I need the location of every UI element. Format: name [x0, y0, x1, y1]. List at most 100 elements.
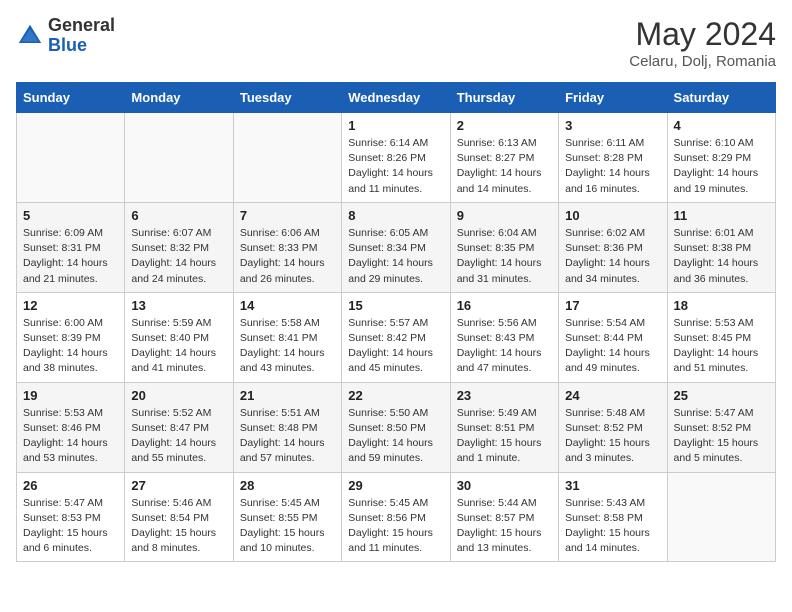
day-number: 8 — [348, 208, 443, 223]
month-title: May 2024 — [629, 16, 776, 53]
day-number: 21 — [240, 388, 335, 403]
day-number: 4 — [674, 118, 769, 133]
calendar-cell: 19Sunrise: 5:53 AMSunset: 8:46 PMDayligh… — [17, 382, 125, 472]
cell-info: Sunrise: 5:58 AMSunset: 8:41 PMDaylight:… — [240, 316, 335, 377]
cell-info: Sunrise: 5:50 AMSunset: 8:50 PMDaylight:… — [348, 406, 443, 467]
weekday-header-monday: Monday — [125, 83, 233, 113]
calendar-cell: 29 Sunrise: 5:45 AMSunset: 8:56 PMDayligh… — [342, 472, 450, 562]
cell-info: Sunrise: 5:53 AMSunset: 8:46 PMDaylight:… — [23, 406, 118, 467]
day-number: 28 — [240, 478, 335, 493]
calendar-cell: 13 Sunrise: 5:59 AMSunset: 8:40 PMDayligh… — [125, 292, 233, 382]
calendar-cell: 1Sunrise: 6:14 AMSunset: 8:26 PMDaylight… — [342, 113, 450, 203]
day-number: 5 — [23, 208, 118, 223]
calendar-cell: 17Sunrise: 5:54 AMSunset: 8:44 PMDayligh… — [559, 292, 667, 382]
calendar-cell: 3Sunrise: 6:11 AMSunset: 8:28 PMDaylight… — [559, 113, 667, 203]
cell-info: Sunrise: 6:10 AMSunset: 8:29 PMDaylight:… — [674, 136, 769, 197]
calendar-cell: 20 Sunrise: 5:52 AMSunset: 8:47 PMDayligh… — [125, 382, 233, 472]
calendar-table: SundayMondayTuesdayWednesdayThursdayFrid… — [16, 82, 776, 562]
weekday-header-wednesday: Wednesday — [342, 83, 450, 113]
day-number: 14 — [240, 298, 335, 313]
cell-info: Sunrise: 5:46 AMSunset: 8:54 PMDaylight:… — [131, 496, 226, 557]
cell-info: Sunrise: 6:14 AMSunset: 8:26 PMDaylight:… — [348, 136, 443, 197]
cell-info: Sunrise: 6:13 AMSunset: 8:27 PMDaylight:… — [457, 136, 552, 197]
day-number: 31 — [565, 478, 660, 493]
cell-info: Sunrise: 5:59 AMSunset: 8:40 PMDaylight:… — [131, 316, 226, 377]
day-number: 25 — [674, 388, 769, 403]
cell-info: Sunrise: 5:51 AMSunset: 8:48 PMDaylight:… — [240, 406, 335, 467]
cell-info: Sunrise: 6:01 AMSunset: 8:38 PMDaylight:… — [674, 226, 769, 287]
calendar-cell — [125, 113, 233, 203]
weekday-header-thursday: Thursday — [450, 83, 558, 113]
cell-info: Sunrise: 5:56 AMSunset: 8:43 PMDaylight:… — [457, 316, 552, 377]
cell-info: Sunrise: 5:52 AMSunset: 8:47 PMDaylight:… — [131, 406, 226, 467]
day-number: 17 — [565, 298, 660, 313]
day-number: 27 — [131, 478, 226, 493]
calendar-week-row: 26 Sunrise: 5:47 AMSunset: 8:53 PMDayligh… — [17, 472, 776, 562]
logo-text: General Blue — [48, 16, 115, 56]
calendar-week-row: 1Sunrise: 6:14 AMSunset: 8:26 PMDaylight… — [17, 113, 776, 203]
calendar-cell: 14 Sunrise: 5:58 AMSunset: 8:41 PMDayligh… — [233, 292, 341, 382]
calendar-cell: 23Sunrise: 5:49 AMSunset: 8:51 PMDayligh… — [450, 382, 558, 472]
cell-info: Sunrise: 6:05 AMSunset: 8:34 PMDaylight:… — [348, 226, 443, 287]
calendar-cell: 2 Sunrise: 6:13 AMSunset: 8:27 PMDaylight… — [450, 113, 558, 203]
calendar-cell: 30 Sunrise: 5:44 AMSunset: 8:57 PMDayligh… — [450, 472, 558, 562]
cell-info: Sunrise: 6:07 AMSunset: 8:32 PMDaylight:… — [131, 226, 226, 287]
calendar-cell: 7Sunrise: 6:06 AMSunset: 8:33 PMDaylight… — [233, 202, 341, 292]
calendar-cell: 18 Sunrise: 5:53 AMSunset: 8:45 PMDayligh… — [667, 292, 775, 382]
title-block: May 2024 Celaru, Dolj, Romania — [629, 16, 776, 70]
calendar-cell: 31Sunrise: 5:43 AMSunset: 8:58 PMDayligh… — [559, 472, 667, 562]
day-number: 18 — [674, 298, 769, 313]
day-number: 7 — [240, 208, 335, 223]
cell-info: Sunrise: 5:45 AMSunset: 8:56 PMDaylight:… — [348, 496, 443, 557]
logo: General Blue — [16, 16, 115, 56]
cell-info: Sunrise: 6:04 AMSunset: 8:35 PMDaylight:… — [457, 226, 552, 287]
day-number: 24 — [565, 388, 660, 403]
calendar-cell: 10 Sunrise: 6:02 AMSunset: 8:36 PMDayligh… — [559, 202, 667, 292]
weekday-header-sunday: Sunday — [17, 83, 125, 113]
day-number: 12 — [23, 298, 118, 313]
day-number: 9 — [457, 208, 552, 223]
calendar-cell: 15Sunrise: 5:57 AMSunset: 8:42 PMDayligh… — [342, 292, 450, 382]
weekday-header-friday: Friday — [559, 83, 667, 113]
calendar-cell: 25Sunrise: 5:47 AMSunset: 8:52 PMDayligh… — [667, 382, 775, 472]
calendar-cell: 9 Sunrise: 6:04 AMSunset: 8:35 PMDaylight… — [450, 202, 558, 292]
calendar-cell: 4 Sunrise: 6:10 AMSunset: 8:29 PMDaylight… — [667, 113, 775, 203]
calendar-cell: 24 Sunrise: 5:48 AMSunset: 8:52 PMDayligh… — [559, 382, 667, 472]
calendar-cell: 12 Sunrise: 6:00 AMSunset: 8:39 PMDayligh… — [17, 292, 125, 382]
day-number: 26 — [23, 478, 118, 493]
calendar-cell: 21 Sunrise: 5:51 AMSunset: 8:48 PMDayligh… — [233, 382, 341, 472]
calendar-cell: 5 Sunrise: 6:09 AMSunset: 8:31 PMDaylight… — [17, 202, 125, 292]
day-number: 11 — [674, 208, 769, 223]
cell-info: Sunrise: 6:02 AMSunset: 8:36 PMDaylight:… — [565, 226, 660, 287]
cell-info: Sunrise: 5:47 AMSunset: 8:53 PMDaylight:… — [23, 496, 118, 557]
day-number: 20 — [131, 388, 226, 403]
day-number: 2 — [457, 118, 552, 133]
calendar-week-row: 19Sunrise: 5:53 AMSunset: 8:46 PMDayligh… — [17, 382, 776, 472]
calendar-cell: 22 Sunrise: 5:50 AMSunset: 8:50 PMDayligh… — [342, 382, 450, 472]
calendar-cell — [233, 113, 341, 203]
day-number: 23 — [457, 388, 552, 403]
day-number: 15 — [348, 298, 443, 313]
weekday-header-row: SundayMondayTuesdayWednesdayThursdayFrid… — [17, 83, 776, 113]
calendar-week-row: 12 Sunrise: 6:00 AMSunset: 8:39 PMDayligh… — [17, 292, 776, 382]
calendar-cell: 28 Sunrise: 5:45 AMSunset: 8:55 PMDayligh… — [233, 472, 341, 562]
cell-info: Sunrise: 6:00 AMSunset: 8:39 PMDaylight:… — [23, 316, 118, 377]
cell-info: Sunrise: 5:44 AMSunset: 8:57 PMDaylight:… — [457, 496, 552, 557]
location: Celaru, Dolj, Romania — [629, 53, 776, 70]
day-number: 3 — [565, 118, 660, 133]
calendar-cell: 8 Sunrise: 6:05 AMSunset: 8:34 PMDaylight… — [342, 202, 450, 292]
day-number: 6 — [131, 208, 226, 223]
day-number: 13 — [131, 298, 226, 313]
cell-info: Sunrise: 5:53 AMSunset: 8:45 PMDaylight:… — [674, 316, 769, 377]
logo-icon — [16, 22, 44, 50]
cell-info: Sunrise: 6:09 AMSunset: 8:31 PMDaylight:… — [23, 226, 118, 287]
day-number: 30 — [457, 478, 552, 493]
day-number: 22 — [348, 388, 443, 403]
day-number: 10 — [565, 208, 660, 223]
cell-info: Sunrise: 5:48 AMSunset: 8:52 PMDaylight:… — [565, 406, 660, 467]
cell-info: Sunrise: 5:45 AMSunset: 8:55 PMDaylight:… — [240, 496, 335, 557]
calendar-cell: 16Sunrise: 5:56 AMSunset: 8:43 PMDayligh… — [450, 292, 558, 382]
day-number: 29 — [348, 478, 443, 493]
calendar-cell: 27 Sunrise: 5:46 AMSunset: 8:54 PMDayligh… — [125, 472, 233, 562]
calendar-cell — [17, 113, 125, 203]
